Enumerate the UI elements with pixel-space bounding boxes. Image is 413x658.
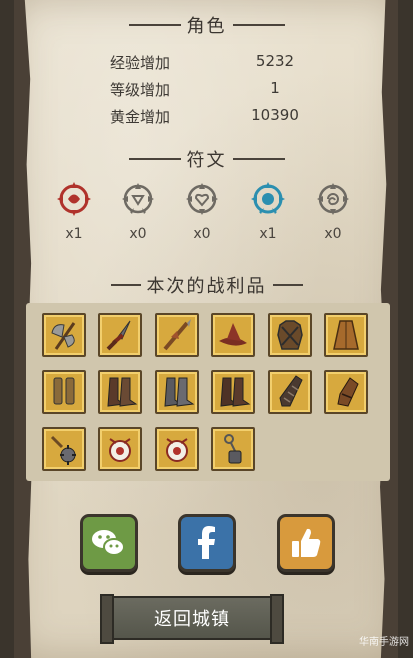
battle-axe-icon [51,322,76,350]
title-divider [232,24,285,26]
watermark-text: 华南手游网 [359,637,409,648]
red-rune-icon [57,182,91,216]
stat-value: 10390 [251,106,299,124]
title-divider [272,284,303,286]
loot-title-text: 本次的战利品 [146,276,267,297]
iron-boots-icon [164,377,195,407]
loot-slot[interactable] [155,370,199,414]
loot-panel [26,303,390,481]
wechat-share-button[interactable] [80,514,138,572]
stat-label: 黄金增加 [110,108,171,126]
runes-section-title: 符文 [0,146,413,172]
cloak-icon [333,320,359,350]
loot-slot[interactable] [211,313,255,357]
rune-blue: x1 [244,178,292,250]
title-divider [110,284,141,286]
button-cap-left [100,594,114,644]
stat-label: 等级增加 [110,81,171,99]
leather-boots-icon [107,377,138,407]
stat-value: 5232 [255,52,295,70]
stat-row-level: 等级增加 1 [0,75,413,101]
wizard-hat-icon [219,323,247,346]
rune-red: x1 [50,178,98,250]
rune-count: x0 [129,226,147,242]
wechat-share-icon [92,530,125,556]
eye-orb-icon [109,438,131,462]
title-divider [232,158,285,160]
swirl-rune-icon [317,183,349,215]
loot-slot[interactable] [98,370,142,414]
character-title-text: 角色 [186,16,227,37]
chain-mace-icon [224,434,242,464]
rune-gray: x0 [114,178,162,250]
loot-slot[interactable] [268,313,312,357]
gauntlet-icon [279,375,303,407]
heart-rune-icon [186,183,218,215]
loot-slot[interactable] [155,427,199,471]
like-share-icon [292,528,321,557]
rune-count: x1 [259,226,277,242]
loot-slot[interactable] [98,313,142,357]
brown-boots-icon [220,377,251,407]
loot-slot[interactable] [268,370,312,414]
runes-title-text: 符文 [186,150,227,171]
gray-rune-icon [122,183,154,214]
rune-count: x0 [193,226,211,242]
loot-slot[interactable] [211,370,255,414]
facebook-share-button[interactable] [178,514,236,572]
loot-slot[interactable] [155,313,199,357]
rune-count: x0 [324,226,342,242]
title-divider [128,158,181,160]
stat-label: 经验增加 [110,54,171,72]
return-to-town-button[interactable]: 返回城镇 [100,594,284,644]
character-section-title: 角色 [0,12,413,38]
loot-slot[interactable] [211,427,255,471]
flail-icon [50,435,76,465]
rune-count: x1 [65,226,83,242]
title-divider [128,24,181,26]
button-cap-right [270,594,284,644]
loot-slot[interactable] [324,313,368,357]
loot-slot[interactable] [42,370,86,414]
loot-slot[interactable] [42,427,86,471]
leg-greaves-icon [53,377,75,405]
loot-section-title: 本次的战利品 [0,272,413,298]
loot-slot[interactable] [98,427,142,471]
chest-armor-icon [277,320,303,350]
return-button-label: 返回城镇 [154,609,230,630]
rune-heart: x0 [178,178,226,250]
like-share-button[interactable] [277,514,335,572]
game-screen: 角色 经验增加 5232 等级增加 1 黄金增加 10390 符文 x1 x0 … [0,0,413,658]
spear-icon [163,319,191,351]
facebook-share-icon [198,526,215,559]
eye-orb-icon [166,438,188,462]
rune-swirl: x0 [309,178,357,250]
stat-row-exp: 经验增加 5232 [0,48,413,74]
loot-slot[interactable] [324,370,368,414]
dagger-icon [106,320,131,351]
blue-rune-icon [251,182,285,214]
loot-slot[interactable] [42,313,86,357]
glove-icon [337,377,359,407]
stat-row-gold: 黄金增加 10390 [0,102,413,128]
stat-value: 1 [270,79,280,97]
